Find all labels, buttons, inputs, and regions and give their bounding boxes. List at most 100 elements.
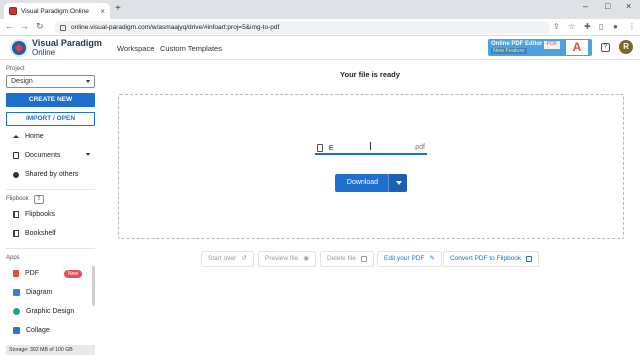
flipbook-label: Flipbook	[6, 196, 29, 202]
flipbook-icon	[526, 256, 533, 262]
profile-icon[interactable]: ●	[613, 22, 618, 31]
nav-workspace[interactable]: Workspace	[117, 44, 154, 53]
sidebar-item-label: Home	[25, 133, 44, 140]
new-badge: New	[64, 270, 82, 278]
new-tab-button[interactable]: +	[115, 3, 121, 14]
app-label: Graphic Design	[26, 308, 75, 315]
import-open-button[interactable]: IMPORT / OPEN	[6, 112, 95, 126]
app-collage[interactable]: Collage	[13, 325, 50, 336]
lock-icon	[60, 24, 66, 31]
close-tab-icon[interactable]: ×	[100, 7, 105, 16]
download-options-button[interactable]	[388, 174, 407, 192]
storage-indicator: Storage: 392 MB of 100 GB	[6, 345, 95, 355]
result-panel	[118, 94, 624, 239]
divider	[6, 189, 95, 190]
text-cursor-icon	[370, 142, 371, 150]
nav-custom-templates[interactable]: Custom Templates	[160, 44, 222, 53]
browser-tab[interactable]: Visual Paradigm Online ×	[4, 3, 110, 19]
sidebar-item-label: Shared by others	[25, 171, 79, 178]
promo-banner[interactable]: Online PDF Editor New Feature PDF A	[488, 39, 592, 56]
sidebar-scrollbar[interactable]	[92, 266, 95, 306]
sidebar-item-documents[interactable]: Documents	[13, 150, 60, 161]
chevron-down-icon[interactable]	[86, 153, 90, 156]
preview-file-button[interactable]: Preview file ◉	[258, 251, 316, 267]
create-new-button[interactable]: CREATE NEW	[6, 93, 95, 107]
upload-icon[interactable]: ⇧	[34, 195, 44, 204]
app-label: PDF	[25, 270, 39, 277]
app-graphic-design[interactable]: Graphic Design	[13, 306, 74, 317]
action-label: Convert PDF to Flipbook	[450, 255, 522, 262]
graphic-design-app-icon	[13, 308, 20, 315]
page-title: Your file is ready	[340, 70, 400, 79]
apps-label: Apps	[6, 255, 20, 261]
sidebar-item-bookshelf[interactable]: Bookshelf	[13, 228, 56, 239]
menu-icon[interactable]: ⋮	[628, 22, 636, 31]
action-label: Preview file	[265, 255, 299, 262]
chevron-down-icon	[86, 80, 90, 83]
url-field[interactable]: online.visual-paradigm.com/w/asmaajyq/dr…	[54, 21, 550, 34]
project-value: Design	[11, 78, 33, 85]
file-extension: .pdf	[413, 144, 425, 151]
sidebar-item-label: Bookshelf	[25, 230, 56, 237]
close-window-button[interactable]: ×	[626, 1, 631, 11]
filename-field: .pdf	[315, 141, 427, 155]
diagram-app-icon	[13, 289, 20, 296]
book-icon	[13, 211, 19, 218]
pencil-icon: ✎	[429, 255, 435, 262]
browser-tab-bar: Visual Paradigm Online × + – □ ×	[0, 0, 640, 19]
star-icon[interactable]: ☆	[568, 22, 575, 31]
convert-flipbook-button[interactable]: Convert PDF to Flipbook	[443, 251, 540, 267]
avatar[interactable]: R	[619, 40, 633, 54]
app-diagram[interactable]: Diagram	[13, 287, 52, 298]
sidebar-item-shared[interactable]: Shared by others	[13, 169, 78, 180]
logo-subtitle: Online	[32, 48, 56, 57]
sidebar-item-label: Flipbooks	[25, 211, 55, 218]
extensions-icon[interactable]: ✚	[584, 22, 591, 31]
promo-title: Online PDF Editor	[491, 41, 543, 47]
eye-icon: ◉	[303, 255, 309, 262]
text-editor-icon: A	[566, 40, 588, 55]
undo-icon: ↺	[241, 255, 247, 262]
back-icon[interactable]: ←	[5, 21, 14, 31]
pdf-icon: PDF	[544, 41, 560, 49]
logo-icon[interactable]	[10, 39, 28, 57]
sidebar-item-label: Documents	[25, 152, 61, 159]
maximize-button[interactable]: □	[605, 1, 610, 11]
file-icon	[317, 144, 323, 152]
favicon-icon	[9, 7, 17, 15]
divider	[6, 248, 95, 249]
promo-badge: New Feature	[491, 48, 527, 54]
collage-app-icon	[13, 327, 20, 334]
app-label: Diagram	[26, 289, 53, 296]
user-icon	[13, 171, 19, 178]
project-label: Project	[6, 66, 25, 72]
logo-title[interactable]: Visual Paradigm	[32, 39, 102, 48]
sidepanel-icon[interactable]: ▯	[599, 22, 603, 31]
reload-icon[interactable]: ↻	[36, 21, 44, 32]
project-select[interactable]: Design	[6, 75, 95, 88]
action-label: Edit your PDF	[384, 255, 425, 262]
bookshelf-icon	[13, 230, 19, 237]
edit-pdf-button[interactable]: Edit your PDF ✎	[377, 251, 442, 267]
tab-title: Visual Paradigm Online	[21, 7, 89, 15]
help-icon[interactable]: ?	[601, 43, 610, 52]
delete-file-button[interactable]: Delete file	[320, 251, 374, 267]
share-icon[interactable]: ⇪	[553, 22, 560, 31]
action-label: Start over	[208, 255, 237, 262]
address-bar-row: ← → ↻ online.visual-paradigm.com/w/asmaa…	[0, 19, 640, 36]
document-icon	[13, 152, 19, 159]
start-over-button[interactable]: Start over ↺	[201, 251, 254, 267]
app-pdf[interactable]: PDF	[13, 268, 39, 279]
sidebar-item-home[interactable]: Home	[13, 131, 44, 142]
action-label: Delete file	[327, 255, 356, 262]
download-button[interactable]: Download	[335, 174, 390, 192]
filename-input[interactable]	[329, 143, 389, 153]
home-icon	[13, 135, 19, 138]
trash-icon	[360, 256, 367, 262]
pdf-app-icon	[13, 270, 19, 277]
app-label: Collage	[26, 327, 50, 334]
minimize-button[interactable]: –	[583, 1, 588, 11]
sidebar-item-flipbooks[interactable]: Flipbooks	[13, 209, 55, 220]
url-text: online.visual-paradigm.com/w/asmaajyq/dr…	[71, 24, 280, 31]
forward-icon[interactable]: →	[20, 21, 29, 31]
